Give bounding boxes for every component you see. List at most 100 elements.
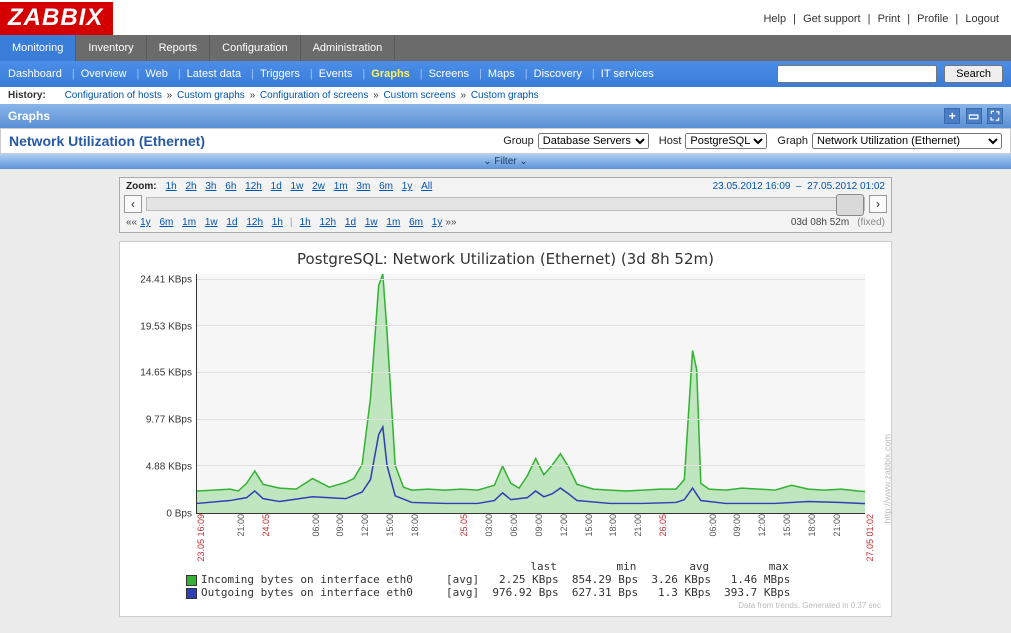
zoom-12h[interactable]: 12h [245,181,262,192]
subnav-latest-data[interactable]: Latest data [187,68,241,80]
chart-footer: Data from trends. Generated in 0.37 sec [126,599,885,612]
y-tick: 14.65 KBps [140,368,196,379]
nav-tab-monitoring[interactable]: Monitoring [0,35,76,61]
x-tick: 06:00 [708,514,718,537]
shift-back-all[interactable]: «« [126,217,137,228]
subnav-dashboard[interactable]: Dashboard [8,68,62,80]
x-tick: 15:00 [584,514,594,537]
shift-fwd-1y[interactable]: 1y [432,217,443,228]
shift-back-1w[interactable]: 1w [205,217,218,228]
group-select[interactable]: Database Servers [538,133,649,149]
timeline-track[interactable] [146,197,865,211]
add-icon[interactable]: + [944,108,960,124]
shift-back-12h[interactable]: 12h [246,217,263,228]
subnav-maps[interactable]: Maps [488,68,515,80]
timeline-prev-button[interactable]: ‹ [124,195,142,213]
timeline-duration: 03d 08h 52m [791,217,849,228]
shift-fwd-1m[interactable]: 1m [386,217,400,228]
x-tick: 03:00 [484,514,494,537]
zoom-1h[interactable]: 1h [166,181,177,192]
chart: PostgreSQL: Network Utilization (Etherne… [119,241,892,617]
shift-back-1m[interactable]: 1m [182,217,196,228]
host-select[interactable]: PostgreSQL [685,133,767,149]
shift-back-1y[interactable]: 1y [140,217,151,228]
timeline-fixed: (fixed) [857,217,885,228]
zoom-1m[interactable]: 1m [334,181,348,192]
zoom-2w[interactable]: 2w [312,181,325,192]
x-tick: 09:00 [335,514,345,537]
x-tick: 24.05 [261,514,271,537]
y-tick: 24.41 KBps [140,274,196,285]
x-tick: 27.05 01:02 [865,514,875,562]
shift-fwd-6m[interactable]: 6m [409,217,423,228]
zoom-1w[interactable]: 1w [291,181,304,192]
search-button[interactable]: Search [944,65,1003,83]
subnav-discovery[interactable]: Discovery [534,68,582,80]
nav-tab-reports[interactable]: Reports [147,35,211,61]
x-tick: 21:00 [236,514,246,537]
history-link[interactable]: Configuration of hosts [65,90,162,101]
shift-fwd-1h[interactable]: 1h [300,217,311,228]
shift-back-1h[interactable]: 1h [272,217,283,228]
top-bar: ZABBIX Help | Get support | Print | Prof… [0,0,1011,35]
top-link-get-support[interactable]: Get support [803,13,860,25]
nav-tab-administration[interactable]: Administration [301,35,396,61]
history-link[interactable]: Custom graphs [177,90,245,101]
x-tick: 15:00 [782,514,792,537]
history-link[interactable]: Custom screens [383,90,455,101]
shift-fwd-1w[interactable]: 1w [365,217,378,228]
graph-title: Network Utilization (Ethernet) [9,133,493,149]
top-link-print[interactable]: Print [878,13,901,25]
subnav-overview[interactable]: Overview [81,68,127,80]
top-link-profile[interactable]: Profile [917,13,948,25]
x-tick: 06:00 [509,514,519,537]
zabbix-link: http://www.zabbix.com [883,434,893,524]
zoom-3m[interactable]: 3m [356,181,370,192]
nav-sub: Dashboard|Overview|Web|Latest data|Trigg… [0,61,1011,87]
history-link[interactable]: Custom graphs [471,90,539,101]
search-input[interactable] [777,65,937,83]
fullscreen-icon[interactable]: ⛶ [987,108,1003,124]
top-link-logout[interactable]: Logout [965,13,999,25]
y-tick: 9.77 KBps [146,415,196,426]
shift-back-6m[interactable]: 6m [159,217,173,228]
history-link[interactable]: Configuration of screens [260,90,368,101]
header-icons: + ▭ ⛶ [942,108,1003,124]
subnav-screens[interactable]: Screens [429,68,469,80]
subnav-web[interactable]: Web [145,68,167,80]
filter-toggle[interactable]: ⌄ Filter ⌄ [0,154,1011,169]
top-link-help[interactable]: Help [763,13,786,25]
shift-fwd-all[interactable]: »» [445,217,456,228]
zoom-3h[interactable]: 3h [205,181,216,192]
x-tick: 18:00 [608,514,618,537]
view-icon[interactable]: ▭ [966,108,982,124]
subnav-it-services[interactable]: IT services [601,68,654,80]
nav-tab-inventory[interactable]: Inventory [76,35,146,61]
group-label: Group [503,135,534,147]
timeline-slider[interactable] [836,194,864,216]
history-row: History: Configuration of hosts » Custom… [0,87,1011,104]
selector-row: Network Utilization (Ethernet) Group Dat… [0,128,1011,154]
shift-fwd-1d[interactable]: 1d [345,217,356,228]
x-tick: 15:00 [385,514,395,537]
x-tick: 12:00 [559,514,569,537]
zoom-1d[interactable]: 1d [271,181,282,192]
zoom-6h[interactable]: 6h [225,181,236,192]
zoom-1y[interactable]: 1y [402,181,413,192]
subnav-graphs[interactable]: Graphs [371,68,410,80]
subnav-triggers[interactable]: Triggers [260,68,300,80]
zoom-6m[interactable]: 6m [379,181,393,192]
shift-back-1d[interactable]: 1d [226,217,237,228]
zoom-2h[interactable]: 2h [185,181,196,192]
timeline-dates: 23.05.2012 16:09 – 27.05.2012 01:02 [713,181,885,192]
x-tick: 23.05 16:09 [196,514,206,562]
timeline-next-button[interactable]: › [869,195,887,213]
shift-fwd-12h[interactable]: 12h [319,217,336,228]
zoom-label: Zoom: [126,181,157,192]
chart-plot [196,274,865,514]
nav-tab-configuration[interactable]: Configuration [210,35,300,61]
subnav-events[interactable]: Events [319,68,353,80]
zoom-All[interactable]: All [421,181,432,192]
graph-select[interactable]: Network Utilization (Ethernet) [812,133,1002,149]
filter-icon: ⌄ [483,156,494,167]
